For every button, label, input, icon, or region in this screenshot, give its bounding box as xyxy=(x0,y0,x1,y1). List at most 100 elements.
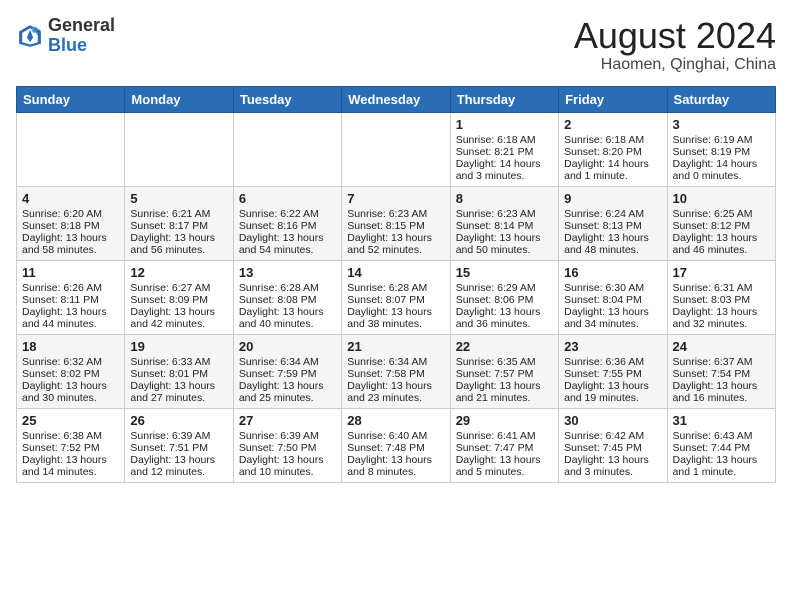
sunset-text: Sunset: 8:01 PM xyxy=(130,368,208,380)
daylight-text: Daylight: 14 hours and 0 minutes. xyxy=(673,158,758,182)
day-number: 13 xyxy=(239,265,336,280)
day-number: 12 xyxy=(130,265,227,280)
calendar-day-cell: 1Sunrise: 6:18 AMSunset: 8:21 PMDaylight… xyxy=(450,112,558,186)
page-header: General Blue August 2024 Haomen, Qinghai… xyxy=(16,16,776,74)
day-number: 8 xyxy=(456,191,553,206)
month-title: August 2024 xyxy=(574,16,776,56)
sunrise-text: Sunrise: 6:27 AM xyxy=(130,282,210,294)
daylight-text: Daylight: 13 hours and 5 minutes. xyxy=(456,454,541,478)
logo: General Blue xyxy=(16,16,115,56)
sunrise-text: Sunrise: 6:41 AM xyxy=(456,430,536,442)
sunrise-text: Sunrise: 6:18 AM xyxy=(564,134,644,146)
sunset-text: Sunset: 8:07 PM xyxy=(347,294,425,306)
sunrise-text: Sunrise: 6:33 AM xyxy=(130,356,210,368)
daylight-text: Daylight: 13 hours and 52 minutes. xyxy=(347,232,432,256)
sunset-text: Sunset: 8:12 PM xyxy=(673,220,751,232)
weekday-header-thursday: Thursday xyxy=(450,86,558,112)
sunrise-text: Sunrise: 6:34 AM xyxy=(239,356,319,368)
sunset-text: Sunset: 8:16 PM xyxy=(239,220,317,232)
sunset-text: Sunset: 7:52 PM xyxy=(22,442,100,454)
sunset-text: Sunset: 7:57 PM xyxy=(456,368,534,380)
daylight-text: Daylight: 13 hours and 10 minutes. xyxy=(239,454,324,478)
calendar-day-cell: 19 Sunrise: 6:33 AMSunset: 8:01 PMDayligh… xyxy=(125,334,233,408)
weekday-header-tuesday: Tuesday xyxy=(233,86,341,112)
sunset-text: Sunset: 7:54 PM xyxy=(673,368,751,380)
calendar-day-cell: 13Sunrise: 6:28 AMSunset: 8:08 PMDayligh… xyxy=(233,260,341,334)
sunrise-text: Sunrise: 6:32 AM xyxy=(22,356,102,368)
logo-icon xyxy=(16,22,44,50)
daylight-text: Daylight: 13 hours and 48 minutes. xyxy=(564,232,649,256)
sunrise-text: Sunrise: 6:26 AM xyxy=(22,282,102,294)
calendar-day-cell xyxy=(342,112,450,186)
sunrise-text: Sunrise: 6:34 AM xyxy=(347,356,427,368)
day-number: 31 xyxy=(673,413,770,428)
sunset-text: Sunset: 8:18 PM xyxy=(22,220,100,232)
sunset-text: Sunset: 8:02 PM xyxy=(22,368,100,380)
day-number: 19 xyxy=(130,339,227,354)
daylight-text: Daylight: 13 hours and 32 minutes. xyxy=(673,306,758,330)
sunrise-text: Sunrise: 6:20 AM xyxy=(22,208,102,220)
calendar-day-cell: 22Sunrise: 6:35 AMSunset: 7:57 PMDayligh… xyxy=(450,334,558,408)
sunset-text: Sunset: 8:08 PM xyxy=(239,294,317,306)
sunrise-text: Sunrise: 6:42 AM xyxy=(564,430,644,442)
sunset-text: Sunset: 8:06 PM xyxy=(456,294,534,306)
day-number: 4 xyxy=(22,191,119,206)
sunrise-text: Sunrise: 6:30 AM xyxy=(564,282,644,294)
sunset-text: Sunset: 8:17 PM xyxy=(130,220,208,232)
weekday-header-row: SundayMondayTuesdayWednesdayThursdayFrid… xyxy=(17,86,776,112)
calendar-day-cell: 11Sunrise: 6:26 AMSunset: 8:11 PMDayligh… xyxy=(17,260,125,334)
daylight-text: Daylight: 13 hours and 12 minutes. xyxy=(130,454,215,478)
sunrise-text: Sunrise: 6:35 AM xyxy=(456,356,536,368)
calendar-day-cell: 30Sunrise: 6:42 AMSunset: 7:45 PMDayligh… xyxy=(559,408,667,482)
calendar-day-cell: 16Sunrise: 6:30 AMSunset: 8:04 PMDayligh… xyxy=(559,260,667,334)
daylight-text: Daylight: 13 hours and 38 minutes. xyxy=(347,306,432,330)
sunrise-text: Sunrise: 6:43 AM xyxy=(673,430,753,442)
daylight-text: Daylight: 13 hours and 1 minute. xyxy=(673,454,758,478)
sunset-text: Sunset: 8:03 PM xyxy=(673,294,751,306)
sunset-text: Sunset: 7:47 PM xyxy=(456,442,534,454)
day-number: 10 xyxy=(673,191,770,206)
daylight-text: Daylight: 13 hours and 14 minutes. xyxy=(22,454,107,478)
logo-text: General Blue xyxy=(48,16,115,56)
day-number: 2 xyxy=(564,117,661,132)
daylight-text: Daylight: 13 hours and 36 minutes. xyxy=(456,306,541,330)
sunset-text: Sunset: 8:21 PM xyxy=(456,146,534,158)
sunset-text: Sunset: 8:11 PM xyxy=(22,294,99,306)
day-number: 26 xyxy=(130,413,227,428)
daylight-text: Daylight: 13 hours and 46 minutes. xyxy=(673,232,758,256)
daylight-text: Daylight: 13 hours and 54 minutes. xyxy=(239,232,324,256)
sunrise-text: Sunrise: 6:28 AM xyxy=(347,282,427,294)
daylight-text: Daylight: 13 hours and 8 minutes. xyxy=(347,454,432,478)
sunset-text: Sunset: 7:51 PM xyxy=(130,442,208,454)
day-number: 25 xyxy=(22,413,119,428)
day-number: 5 xyxy=(130,191,227,206)
daylight-text: Daylight: 13 hours and 27 minutes. xyxy=(130,380,215,404)
calendar-table: SundayMondayTuesdayWednesdayThursdayFrid… xyxy=(16,86,776,483)
day-number: 15 xyxy=(456,265,553,280)
calendar-day-cell: 17Sunrise: 6:31 AMSunset: 8:03 PMDayligh… xyxy=(667,260,775,334)
weekday-header-sunday: Sunday xyxy=(17,86,125,112)
calendar-day-cell: 14Sunrise: 6:28 AMSunset: 8:07 PMDayligh… xyxy=(342,260,450,334)
calendar-day-cell xyxy=(17,112,125,186)
calendar-day-cell: 24Sunrise: 6:37 AMSunset: 7:54 PMDayligh… xyxy=(667,334,775,408)
weekday-header-friday: Friday xyxy=(559,86,667,112)
day-number: 7 xyxy=(347,191,444,206)
daylight-text: Daylight: 14 hours and 3 minutes. xyxy=(456,158,541,182)
calendar-day-cell: 31Sunrise: 6:43 AMSunset: 7:44 PMDayligh… xyxy=(667,408,775,482)
sunrise-text: Sunrise: 6:21 AM xyxy=(130,208,210,220)
sunrise-text: Sunrise: 6:40 AM xyxy=(347,430,427,442)
sunrise-text: Sunrise: 6:18 AM xyxy=(456,134,536,146)
calendar-week-2: 4Sunrise: 6:20 AMSunset: 8:18 PMDaylight… xyxy=(17,186,776,260)
weekday-header-monday: Monday xyxy=(125,86,233,112)
sunset-text: Sunset: 8:14 PM xyxy=(456,220,534,232)
day-number: 22 xyxy=(456,339,553,354)
sunrise-text: Sunrise: 6:39 AM xyxy=(130,430,210,442)
calendar-week-1: 1Sunrise: 6:18 AMSunset: 8:21 PMDaylight… xyxy=(17,112,776,186)
day-number: 21 xyxy=(347,339,444,354)
daylight-text: Daylight: 13 hours and 23 minutes. xyxy=(347,380,432,404)
day-number: 20 xyxy=(239,339,336,354)
calendar-day-cell: 3Sunrise: 6:19 AMSunset: 8:19 PMDaylight… xyxy=(667,112,775,186)
sunrise-text: Sunrise: 6:19 AM xyxy=(673,134,753,146)
day-number: 18 xyxy=(22,339,119,354)
daylight-text: Daylight: 13 hours and 58 minutes. xyxy=(22,232,107,256)
